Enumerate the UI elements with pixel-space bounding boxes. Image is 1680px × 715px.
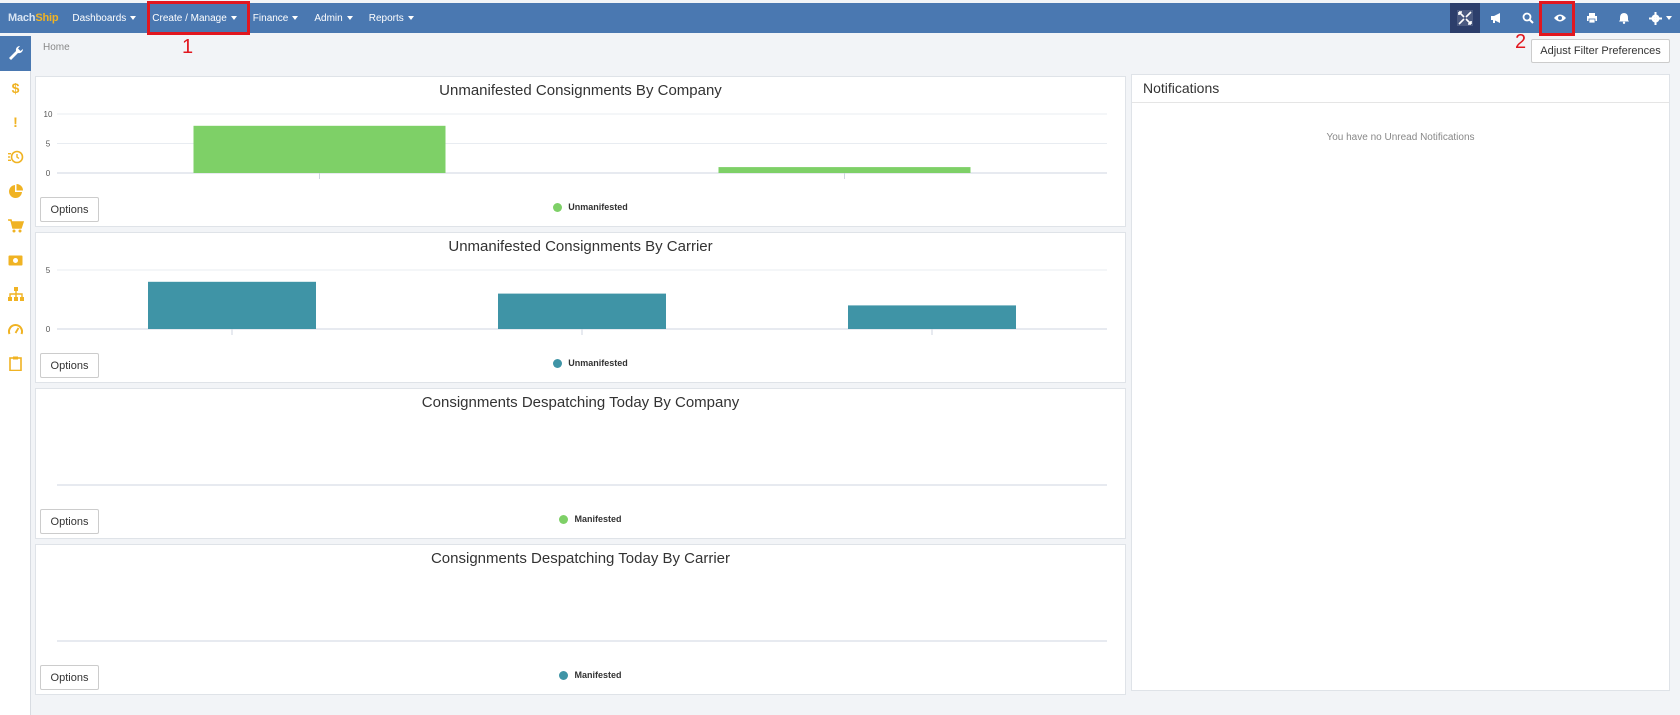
options-button[interactable]: Options	[40, 353, 99, 378]
legend-dot	[559, 514, 569, 524]
legend-dot	[559, 670, 569, 680]
nav-finance-label: Finance	[252, 12, 289, 24]
legend-label: Unmanifested	[568, 202, 628, 212]
app-logo[interactable]: MachShip	[0, 12, 59, 24]
bar[interactable]	[848, 305, 1016, 329]
highlight-box-eye	[1539, 1, 1575, 36]
money-icon[interactable]	[0, 243, 31, 278]
highlight-box-create-manage	[147, 1, 250, 35]
bar[interactable]	[148, 281, 316, 329]
top-navbar: MachShip Dashboards Create / Manage Fina…	[0, 3, 1680, 33]
bar[interactable]	[718, 167, 971, 173]
y-tick-label: 0	[46, 169, 51, 178]
caret-down-icon	[1665, 16, 1672, 20]
settings-icon[interactable]	[1640, 3, 1680, 33]
caret-down-icon	[407, 16, 414, 20]
sidebar: $ !	[0, 36, 31, 715]
annotation-label-1: 1	[182, 36, 194, 58]
breadcrumb-home[interactable]: Home	[43, 42, 70, 53]
chart-panel-despatching-by-company: Consignments Despatching Today By Compan…	[35, 388, 1126, 539]
panel-title: Consignments Despatching Today By Compan…	[421, 394, 740, 411]
caret-down-icon	[346, 16, 353, 20]
chart-legend[interactable]: Unmanifested	[36, 358, 1125, 368]
clipboard-icon[interactable]	[0, 347, 31, 382]
print-icon[interactable]	[1576, 3, 1608, 33]
history-icon[interactable]	[0, 140, 31, 175]
legend-dot	[553, 358, 563, 368]
nav-finance[interactable]: Finance	[253, 13, 299, 24]
panel-title: Unmanifested Consignments By Carrier	[448, 238, 713, 255]
legend-label: Unmanifested	[568, 358, 628, 368]
legend-dot	[553, 202, 563, 212]
megaphone-icon[interactable]	[1480, 3, 1512, 33]
pie-chart-icon[interactable]	[0, 174, 31, 209]
chart-panel-unmanifested-by-carrier: 05 Unmanifested Consignments By Carrier …	[35, 232, 1126, 383]
nav-dashboards-label: Dashboards	[72, 12, 127, 24]
bar[interactable]	[193, 125, 446, 173]
dashboard-icon[interactable]	[0, 312, 31, 347]
collapse-icon[interactable]	[1450, 3, 1480, 33]
chart-legend[interactable]: Manifested	[36, 514, 1125, 524]
options-button[interactable]: Options	[40, 197, 99, 222]
bar[interactable]	[498, 293, 666, 329]
options-button[interactable]: Options	[40, 665, 99, 690]
panel-title: Unmanifested Consignments By Company	[439, 82, 722, 99]
nav-admin[interactable]: Admin	[314, 12, 353, 24]
y-tick-label: 10	[44, 110, 53, 119]
cart-icon[interactable]	[0, 209, 31, 244]
y-tick-label: 5	[46, 140, 51, 149]
notifications-empty-message: You have no Unread Notifications	[1326, 132, 1475, 143]
notifications-panel: Notifications You have no Unread Notific…	[1131, 74, 1670, 691]
annotation-label-2: 2	[1515, 31, 1527, 53]
y-tick-label: 5	[46, 266, 51, 275]
y-tick-label: 0	[46, 325, 51, 334]
chart-legend[interactable]: Unmanifested	[36, 202, 1125, 212]
chart-panel-despatching-by-carrier: Consignments Despatching Today By Carrie…	[35, 544, 1126, 695]
notifications-title: Notifications	[1132, 75, 1669, 103]
breadcrumb: Home	[43, 42, 70, 53]
legend-label: Manifested	[574, 670, 622, 680]
adjust-filter-preferences-button[interactable]: Adjust Filter Preferences	[1531, 39, 1670, 63]
nav-reports[interactable]: Reports	[369, 13, 414, 24]
chart-panel-unmanifested-by-company: 0 5 10 Unmanifested Consignments By Compan…	[35, 76, 1126, 227]
chart-legend[interactable]: Manifested	[36, 670, 1125, 680]
panel-title: Consignments Despatching Today By Carrie…	[430, 550, 731, 567]
wrench-icon[interactable]	[0, 36, 31, 71]
nav-admin-label: Admin	[314, 12, 343, 24]
exclamation-icon[interactable]: !	[0, 105, 31, 140]
bell-icon[interactable]	[1608, 3, 1640, 33]
nav-reports-label: Reports	[368, 12, 404, 24]
options-button[interactable]: Options	[40, 509, 99, 534]
nav-dashboards[interactable]: Dashboards	[72, 12, 137, 24]
legend-label: Manifested	[574, 514, 622, 524]
caret-down-icon	[130, 16, 137, 20]
caret-down-icon	[292, 16, 299, 20]
dollar-icon[interactable]: $	[0, 71, 31, 106]
sitemap-icon[interactable]	[0, 278, 31, 313]
